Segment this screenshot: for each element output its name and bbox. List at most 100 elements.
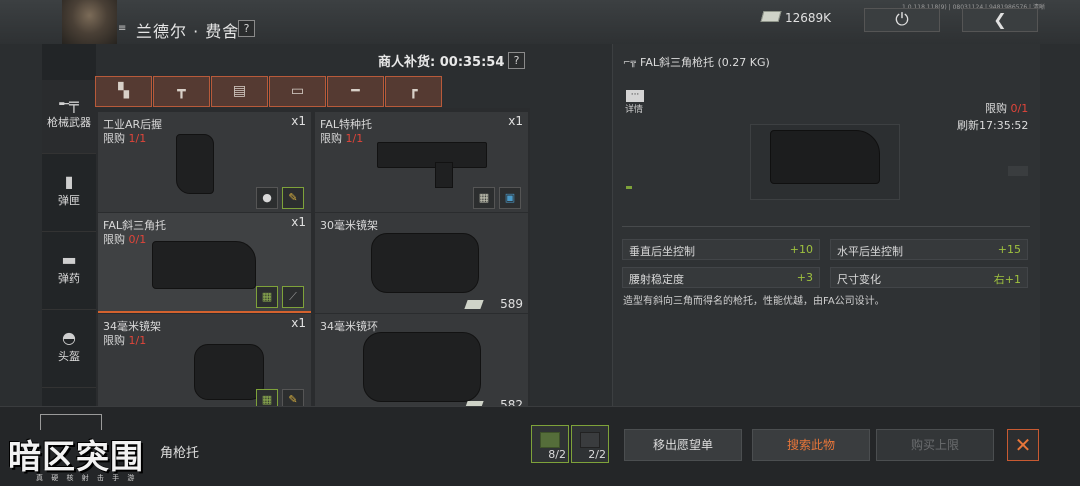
subtab-rail[interactable]: ▤ xyxy=(211,76,268,107)
subtab-handguard[interactable]: ▭ xyxy=(269,76,326,107)
info-icon[interactable]: ··· xyxy=(626,90,644,102)
trader-name: 兰德尔 · 费舍 xyxy=(136,22,240,41)
requirement-slot[interactable]: 8/2 xyxy=(531,425,569,463)
search-item-button[interactable]: 搜索此物 xyxy=(752,429,870,461)
item-quantity: x1 xyxy=(291,316,306,330)
detail-title: FAL斜三角枪托 (0.27 KG) xyxy=(640,56,770,69)
item-image-part xyxy=(435,162,453,188)
money-amount: 12689K xyxy=(785,11,832,25)
handguard-icon: ▭ xyxy=(290,83,305,99)
stat-row: 垂直后坐控制 +10 xyxy=(622,239,820,260)
item-card[interactable]: 工业AR后握 限购 1/1 x1 ● ✎ xyxy=(98,112,311,212)
stat-row: 尺寸变化 右+1 xyxy=(830,267,1028,288)
subtab-foregrip[interactable]: ┳ xyxy=(153,76,210,107)
detail-item-image xyxy=(770,130,880,184)
back-button[interactable]: ❮ xyxy=(962,8,1038,32)
weapon-part-icon xyxy=(580,432,600,448)
back-icon: ❮ xyxy=(993,10,1007,29)
logo-subtitle: 真 硬 核 射 击 手 游 xyxy=(36,474,138,482)
close-button[interactable]: ✕ xyxy=(1007,429,1039,461)
grip-icon: ▚ xyxy=(118,83,129,99)
ammo-icon: ▬ xyxy=(61,250,77,269)
category-magazines[interactable]: ▮ 弹匣 xyxy=(42,158,96,232)
stock-icon: ⌐╦ xyxy=(623,58,636,68)
item-image xyxy=(152,241,256,289)
detail-description: 造型有斜向三角而得名的枪托，性能优越，由FA公司设计。 xyxy=(623,296,885,307)
power-button[interactable]: ⏻ xyxy=(864,8,940,32)
item-price: 589 xyxy=(500,297,523,311)
detail-badge xyxy=(1008,166,1028,176)
subtab-grip[interactable]: ▚ xyxy=(95,76,152,107)
chip-requirement-icon: ▣ xyxy=(499,187,521,209)
remove-wishlist-button[interactable]: 移出愿望单 xyxy=(624,429,742,461)
requirement-count: 8/2 xyxy=(548,448,566,461)
trader-tag-icon: ≡ xyxy=(118,23,127,34)
item-image xyxy=(377,142,487,168)
category-weapons[interactable]: ╾╤ 枪械武器 xyxy=(42,80,96,154)
stat-value: +10 xyxy=(789,243,813,256)
cash-icon xyxy=(760,11,782,22)
divider xyxy=(622,226,1030,227)
restock-timer: 商人补货: 00:35:54 xyxy=(378,55,505,70)
trader-avatar[interactable] xyxy=(62,0,117,44)
detail-indicator xyxy=(626,186,632,189)
barrel-icon: ━ xyxy=(351,83,360,99)
item-image xyxy=(194,344,264,400)
subtab-barrel[interactable]: ━ xyxy=(327,76,384,107)
item-image xyxy=(371,233,479,293)
item-limit: 限购 1/1 xyxy=(103,334,147,347)
category-label: 弹匣 xyxy=(58,194,80,207)
subtab-stock[interactable]: ┏ xyxy=(385,76,442,107)
item-quantity: x1 xyxy=(508,114,523,128)
category-label: 头盔 xyxy=(58,350,80,363)
stat-name: 垂直后坐控制 xyxy=(629,245,695,258)
helmet-icon: ◓ xyxy=(62,328,76,347)
detail-refresh-time: 刷新17:35:52 xyxy=(957,119,1029,132)
item-name: 34毫米镜环 xyxy=(320,320,378,333)
circuit-board-icon xyxy=(540,432,560,448)
category-ammo[interactable]: ▬ 弹药 xyxy=(42,236,96,310)
weapon-part-requirement-icon: ⟋ xyxy=(282,286,304,308)
item-limit: 限购 1/1 xyxy=(320,132,364,145)
item-quantity: x1 xyxy=(291,215,306,229)
item-image xyxy=(176,134,214,194)
stat-name: 腰射稳定度 xyxy=(629,273,684,286)
category-helmets[interactable]: ◓ 头盔 xyxy=(42,314,96,388)
item-detail-panel xyxy=(612,44,1040,406)
item-card[interactable]: 34毫米镜环 582 xyxy=(315,314,528,414)
stat-value: +3 xyxy=(796,271,813,284)
cash-requirement-icon: ▦ xyxy=(473,187,495,209)
item-card[interactable]: FAL特种托 限购 1/1 x1 ▦ ▣ xyxy=(315,112,528,212)
item-card[interactable]: 34毫米镜架 限购 1/1 x1 ▦ ✎ xyxy=(98,314,311,414)
helmet-requirement-icon: ● xyxy=(256,187,278,209)
restock-help-button[interactable]: ? xyxy=(508,52,525,69)
buy-limit-button[interactable]: 购买上限 xyxy=(876,429,994,461)
stat-row: 腰射稳定度 +3 xyxy=(622,267,820,288)
stat-name: 尺寸变化 xyxy=(837,273,881,286)
detail-info-label[interactable]: 详情 xyxy=(625,102,643,115)
detail-limit: 限购 0/1 xyxy=(985,102,1029,115)
power-icon: ⏻ xyxy=(895,10,909,30)
stat-value: +15 xyxy=(997,243,1021,256)
cash-icon xyxy=(464,300,484,309)
logo-text: 暗区突围 xyxy=(8,437,144,476)
trader-help-button[interactable]: ? xyxy=(238,20,255,37)
selected-item-slot xyxy=(40,414,102,430)
item-card[interactable]: 30毫米镜架 589 xyxy=(315,213,528,313)
magazine-icon: ▮ xyxy=(64,172,74,191)
stat-name: 水平后坐控制 xyxy=(837,245,903,258)
stat-value: 右+1 xyxy=(993,273,1021,286)
stock-icon: ┏ xyxy=(409,83,418,99)
circuit-board-requirement-icon: ▦ xyxy=(256,286,278,308)
item-quantity: x1 xyxy=(291,114,306,128)
pencil-requirement-icon: ✎ xyxy=(282,187,304,209)
item-card-selected[interactable]: FAL斜三角托 限购 0/1 x1 ▦ ⟋ xyxy=(98,213,311,313)
item-limit: 限购 0/1 xyxy=(103,233,147,246)
requirement-count: 2/2 xyxy=(588,448,606,461)
item-name: 30毫米镜架 xyxy=(320,219,378,232)
game-logo: 暗区突围 真 硬 核 射 击 手 游 xyxy=(6,430,166,486)
item-limit: 限购 1/1 xyxy=(103,132,147,145)
item-image xyxy=(363,332,481,402)
category-label: 枪械武器 xyxy=(47,116,91,129)
requirement-slot[interactable]: 2/2 xyxy=(571,425,609,463)
